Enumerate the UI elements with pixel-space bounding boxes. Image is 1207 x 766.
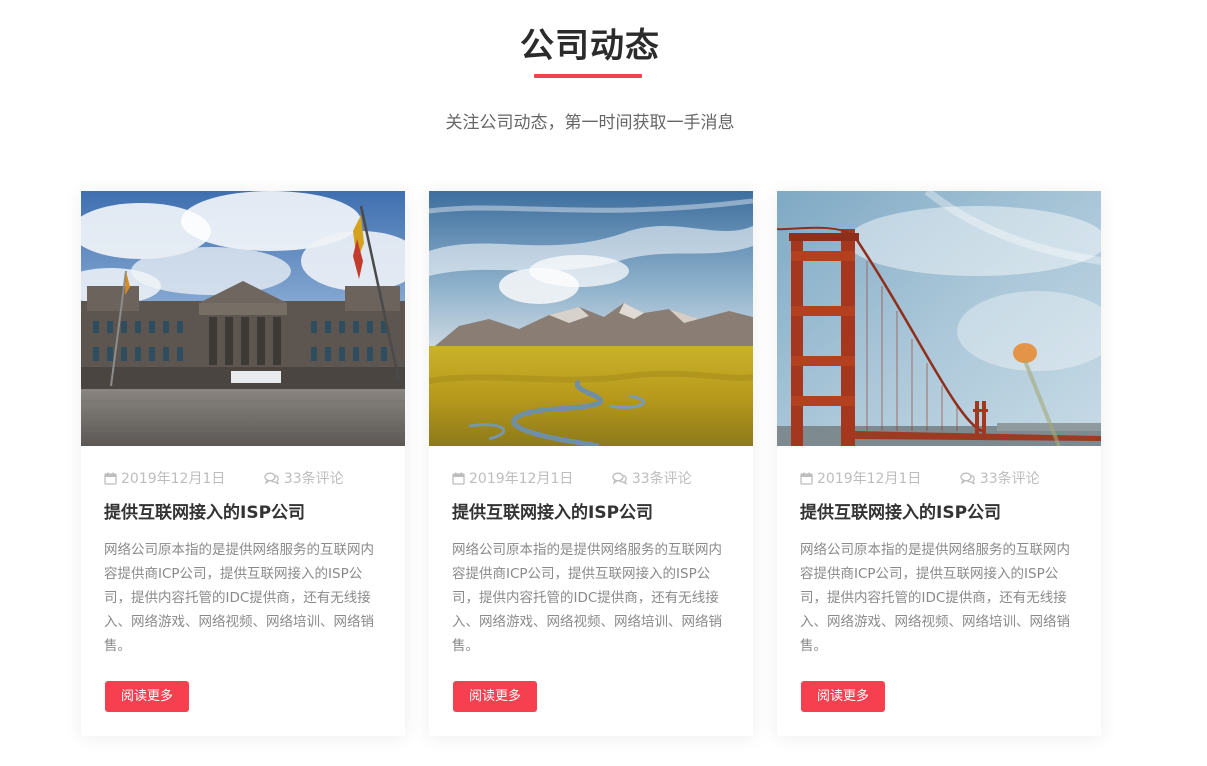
section-title: 公司动态	[520, 26, 660, 66]
news-card-desc: 网络公司原本指的是提供网络服务的互联网内容提供商ICP公司，提供互联网接入的IS…	[452, 542, 722, 654]
comments-icon	[960, 472, 975, 485]
date-item: 2019年12月1日	[800, 468, 921, 488]
date-item: 2019年12月1日	[452, 468, 573, 488]
read-more-button[interactable]: 阅读更多	[105, 681, 189, 712]
read-more-button[interactable]: 阅读更多	[453, 681, 537, 712]
news-card-comments: 33条评论	[283, 471, 344, 487]
news-card-image[interactable]	[777, 191, 1101, 446]
news-card-date: 2019年12月1日	[121, 471, 226, 487]
news-card-comments: 33条评论	[631, 471, 692, 487]
mountain-valley-photo	[429, 191, 753, 446]
calendar-icon	[104, 472, 117, 485]
calendar-icon	[452, 472, 465, 485]
comments-item[interactable]: 33条评论	[960, 468, 1040, 488]
news-card-desc: 网络公司原本指的是提供网络服务的互联网内容提供商ICP公司，提供互联网接入的IS…	[104, 542, 374, 654]
golden-gate-bridge-photo	[777, 191, 1101, 446]
calendar-icon	[800, 472, 813, 485]
news-card-meta: 2019年12月1日 33条评论	[452, 468, 692, 489]
date-item: 2019年12月1日	[104, 468, 225, 488]
news-card-date: 2019年12月1日	[469, 471, 574, 487]
comments-item[interactable]: 33条评论	[612, 468, 692, 488]
comments-icon	[264, 472, 279, 485]
news-card: 2019年12月1日 33条评论 提供互联网接入的ISP公司 网络公司原本指的是…	[81, 191, 405, 736]
news-card-title[interactable]: 提供互联网接入的ISP公司	[452, 498, 653, 523]
news-card-title[interactable]: 提供互联网接入的ISP公司	[104, 498, 305, 523]
news-card-date: 2019年12月1日	[817, 471, 922, 487]
news-card-image[interactable]	[81, 191, 405, 446]
news-card-image[interactable]	[429, 191, 753, 446]
title-underline	[534, 74, 642, 78]
read-more-button[interactable]: 阅读更多	[801, 681, 885, 712]
news-card-title[interactable]: 提供互联网接入的ISP公司	[800, 498, 1001, 523]
comments-icon	[612, 472, 627, 485]
reichstag-building-photo	[81, 191, 405, 446]
news-card-meta: 2019年12月1日 33条评论	[104, 468, 344, 489]
news-card-meta: 2019年12月1日 33条评论	[800, 468, 1040, 489]
news-card: 2019年12月1日 33条评论 提供互联网接入的ISP公司 网络公司原本指的是…	[429, 191, 753, 736]
news-card: 2019年12月1日 33条评论 提供互联网接入的ISP公司 网络公司原本指的是…	[777, 191, 1101, 736]
comments-item[interactable]: 33条评论	[264, 468, 344, 488]
news-card-desc: 网络公司原本指的是提供网络服务的互联网内容提供商ICP公司，提供互联网接入的IS…	[800, 542, 1070, 654]
company-news-section: 公司动态 关注公司动态，第一时间获取一手消息 2019年12月1日 33条评论 …	[0, 0, 1207, 766]
news-card-comments: 33条评论	[979, 471, 1040, 487]
section-subtitle: 关注公司动态，第一时间获取一手消息	[445, 113, 735, 133]
